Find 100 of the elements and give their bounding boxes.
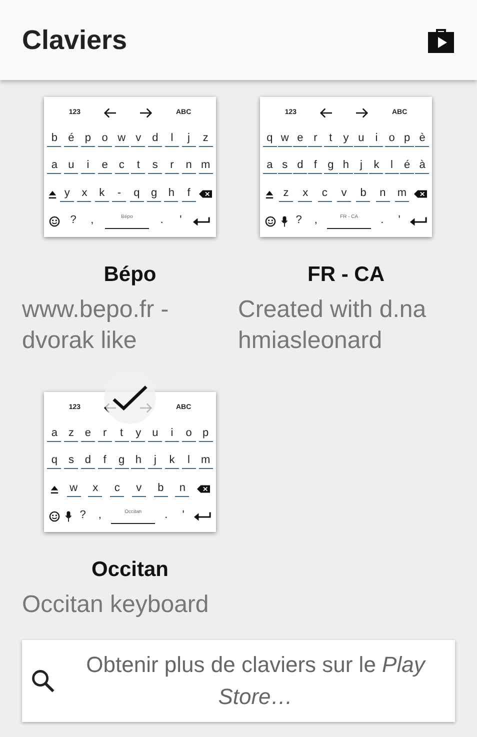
- smiley-icon: [48, 510, 60, 522]
- smiley-icon: [264, 216, 276, 227]
- keyboard-name: Bépo: [104, 263, 156, 287]
- key-label: f: [182, 186, 196, 202]
- shift-icon: [264, 190, 274, 199]
- key-label: o: [182, 427, 196, 442]
- key-label: ,: [313, 214, 318, 228]
- left-arrow-icon: [103, 106, 118, 119]
- key-label: o: [384, 132, 399, 148]
- search-bar[interactable]: Obtenir plus de claviers sur le Play Store…: [22, 640, 455, 722]
- key-label: c: [110, 482, 124, 497]
- microphone-icon: [280, 216, 288, 227]
- key-label: ,: [90, 214, 95, 228]
- key-label: e: [293, 132, 308, 148]
- key-label: w: [114, 132, 129, 148]
- key-label: é: [64, 132, 78, 148]
- keyboard-description: www.bepo.fr - dvorak like: [22, 295, 170, 356]
- key-label: s: [278, 159, 292, 174]
- key-label: o: [98, 132, 112, 148]
- backspace-icon: [199, 190, 212, 198]
- key-label: è: [415, 132, 430, 148]
- key-label: i: [164, 427, 179, 442]
- key-label: ?: [69, 214, 78, 228]
- key-label: h: [164, 186, 178, 202]
- key-label: p: [400, 132, 414, 148]
- key-label: f: [308, 159, 322, 174]
- key-label: j: [354, 159, 368, 174]
- key-label: t: [324, 132, 338, 148]
- keyboard-description: Occitan keyboard: [22, 590, 210, 620]
- key-label: .: [164, 509, 169, 524]
- key-label: .: [380, 214, 385, 228]
- search-icon: [30, 668, 56, 694]
- key-label: v: [132, 482, 146, 497]
- key-label: u: [354, 132, 368, 148]
- screen-title: Claviers: [22, 24, 128, 56]
- left-arrow-icon: [319, 106, 334, 119]
- key-label: d: [80, 454, 95, 470]
- keyboard-description: Created with d.na hmiasleonard: [238, 295, 428, 356]
- key-label: r: [308, 132, 322, 148]
- key-label: k: [369, 159, 384, 174]
- key-label: j: [148, 454, 162, 470]
- key-label: v: [131, 132, 146, 148]
- key-label: y: [60, 186, 74, 202]
- key-label: w: [66, 482, 81, 497]
- key-label: y: [338, 132, 353, 148]
- key-label: z: [278, 186, 293, 202]
- key-label: y: [131, 427, 146, 442]
- key-label: x: [77, 186, 92, 202]
- smiley-icon: [49, 216, 60, 227]
- key-label: h: [131, 454, 146, 470]
- key-label: ,: [97, 509, 102, 524]
- key-label: l: [384, 159, 399, 174]
- key-label: c: [114, 159, 129, 174]
- enter-icon: [410, 216, 428, 226]
- key-label: i: [80, 159, 95, 174]
- key-label: i: [369, 132, 384, 148]
- key-label: q: [47, 454, 62, 470]
- key-label: g: [114, 454, 129, 470]
- key-label: t: [114, 427, 129, 442]
- key-label: c: [318, 186, 332, 202]
- key-label: m: [394, 186, 409, 202]
- backspace-icon: [414, 190, 428, 198]
- key-label: ': [397, 214, 402, 228]
- right-arrow-icon: [355, 106, 370, 119]
- keyboard-name: Occitan: [91, 558, 169, 582]
- key-label: m: [198, 159, 213, 174]
- key-label: n: [182, 159, 196, 174]
- key-label: b: [356, 186, 370, 202]
- key-label: d: [293, 159, 308, 174]
- key-label: a: [47, 159, 62, 174]
- key-label: s: [64, 454, 78, 470]
- microphone-icon: [64, 510, 72, 522]
- key-label: n: [175, 482, 190, 497]
- key-label: l: [164, 132, 179, 148]
- key-label: d: [148, 132, 162, 148]
- key-label: k: [164, 454, 179, 470]
- key-label: a: [47, 427, 62, 442]
- key-label: r: [164, 159, 179, 174]
- enter-icon: [193, 216, 210, 226]
- key-label: x: [88, 482, 102, 497]
- key-label: v: [336, 186, 351, 202]
- key-label: z: [198, 132, 213, 148]
- key-label: k: [94, 186, 109, 202]
- key-label: q: [130, 186, 144, 202]
- key-label: p: [198, 427, 213, 442]
- key-label: ?: [294, 214, 303, 228]
- enter-icon: [194, 511, 212, 522]
- key-label: a: [262, 159, 277, 174]
- key-label: s: [148, 159, 162, 174]
- key-label: ': [181, 509, 186, 524]
- key-label: q: [262, 132, 277, 148]
- key-label: é: [400, 159, 414, 174]
- key-label: b: [154, 482, 168, 497]
- keyboard-name: FR - CA: [308, 263, 384, 287]
- key-label: p: [80, 132, 95, 148]
- key-label: r: [98, 427, 112, 442]
- key-label: à: [415, 159, 430, 174]
- key-label: ?: [78, 509, 87, 524]
- key-label: u: [148, 427, 162, 442]
- key-label: z: [64, 427, 78, 442]
